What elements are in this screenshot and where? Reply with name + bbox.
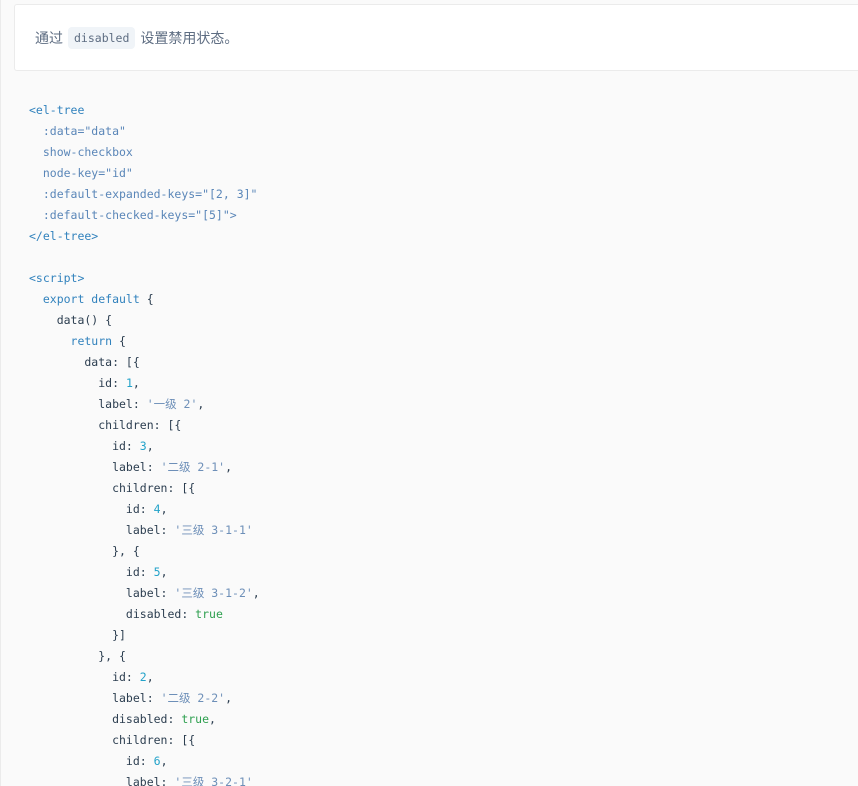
code-token: '三级 3-1-1': [174, 523, 253, 537]
code-line: export default {: [29, 289, 260, 310]
code-token: :default-checked-keys="[5]">: [29, 208, 237, 222]
code-token: ,: [146, 439, 154, 453]
code-line: id: 2,: [29, 667, 260, 688]
code-token: }, {: [29, 649, 126, 663]
code-token: 2: [139, 670, 147, 684]
code-token: <el-tree: [29, 103, 85, 117]
code-line: id: 3,: [29, 436, 260, 457]
code-token: 3: [139, 439, 147, 453]
code-token: :default-expanded-keys="[2, 3]": [29, 187, 258, 201]
code-token: }, {: [29, 544, 140, 558]
code-line: }]: [29, 625, 260, 646]
code-token: ,: [252, 586, 260, 600]
code-token: id:: [29, 502, 154, 516]
code-line: show-checkbox: [29, 142, 260, 163]
code-token: ,: [197, 397, 205, 411]
code-token: id:: [29, 565, 154, 579]
code-token: show-checkbox: [29, 145, 133, 159]
code-token: data: [{: [29, 355, 140, 369]
code-token: label:: [29, 586, 175, 600]
code-token: '三级 3-2-1': [174, 775, 253, 786]
code-line: <script>: [29, 268, 260, 289]
code-token: label:: [29, 460, 161, 474]
code-token: {: [139, 292, 154, 306]
code-token: ,: [225, 460, 233, 474]
code-listing: <el-tree :data="data" show-checkbox node…: [29, 100, 260, 786]
code-line: label: '三级 3-1-1': [29, 520, 260, 541]
code-line: :default-checked-keys="[5]">: [29, 205, 260, 226]
code-block: <el-tree :data="data" show-checkbox node…: [15, 72, 858, 786]
code-line: id: 1,: [29, 373, 260, 394]
description-prefix: 通过: [35, 30, 63, 47]
code-line: id: 6,: [29, 751, 260, 772]
code-token: label:: [29, 691, 161, 705]
code-token: 6: [153, 754, 161, 768]
code-line: }, {: [29, 541, 260, 562]
code-line: disabled: true: [29, 604, 260, 625]
inline-code-disabled: disabled: [68, 26, 136, 49]
code-token: id:: [29, 754, 154, 768]
code-token: disabled:: [29, 607, 196, 621]
demo-description: 通过 disabled 设置禁用状态。: [14, 4, 858, 71]
code-line: return {: [29, 331, 260, 352]
code-token: :data="data": [29, 124, 126, 138]
code-token: '二级 2-1': [160, 460, 226, 474]
code-token: <script>: [29, 271, 85, 285]
code-token: 4: [153, 502, 161, 516]
code-line: :data="data": [29, 121, 260, 142]
code-line: children: [{: [29, 478, 260, 499]
code-token: export default: [29, 292, 140, 306]
code-line: label: '一级 2',: [29, 394, 260, 415]
code-token: {: [112, 334, 126, 348]
code-line: data: [{: [29, 352, 260, 373]
code-token: ,: [160, 565, 168, 579]
code-token: label:: [29, 397, 147, 411]
code-token: true: [181, 712, 210, 726]
code-token: data() {: [29, 313, 113, 327]
code-token: node-key="id": [29, 166, 133, 180]
code-token: '一级 2': [146, 397, 198, 411]
code-token: id:: [29, 439, 140, 453]
code-token: ,: [132, 376, 140, 390]
code-token: label:: [29, 775, 175, 786]
code-line: children: [{: [29, 730, 260, 751]
code-line: children: [{: [29, 415, 260, 436]
code-token: '二级 2-2': [160, 691, 226, 705]
code-line: id: 4,: [29, 499, 260, 520]
code-token: ,: [225, 691, 233, 705]
code-token: children: [{: [29, 733, 196, 747]
description-suffix: 设置禁用状态。: [140, 30, 239, 47]
code-token: id:: [29, 376, 126, 390]
code-line: node-key="id": [29, 163, 260, 184]
code-token: label:: [29, 523, 175, 537]
code-token: }]: [29, 628, 126, 642]
code-token: disabled:: [29, 712, 182, 726]
code-line: }, {: [29, 646, 260, 667]
code-token: children: [{: [29, 418, 182, 432]
code-line: <el-tree: [29, 100, 260, 121]
code-line: label: '二级 2-1',: [29, 457, 260, 478]
code-line: data() {: [29, 310, 260, 331]
code-line: :default-expanded-keys="[2, 3]": [29, 184, 260, 205]
code-line: label: '三级 3-1-2',: [29, 583, 260, 604]
code-line: label: '二级 2-2',: [29, 688, 260, 709]
code-token: 1: [125, 376, 133, 390]
code-token: '三级 3-1-2': [174, 586, 253, 600]
code-token: true: [195, 607, 223, 621]
code-token: 5: [153, 565, 161, 579]
code-token: ,: [160, 502, 168, 516]
code-line: disabled: true,: [29, 709, 260, 730]
code-line: label: '三级 3-2-1': [29, 772, 260, 786]
code-line: </el-tree>: [29, 226, 260, 247]
code-token: ,: [160, 754, 168, 768]
demo-block: 通过 disabled 设置禁用状态。 <el-tree :data="data…: [0, 0, 858, 786]
code-token: </el-tree>: [29, 229, 99, 243]
code-token: return: [29, 334, 113, 348]
code-token: children: [{: [29, 481, 196, 495]
code-token: ,: [209, 712, 216, 726]
code-token: id:: [29, 670, 140, 684]
code-line: ​: [29, 247, 260, 268]
code-token: ,: [146, 670, 154, 684]
code-line: id: 5,: [29, 562, 260, 583]
